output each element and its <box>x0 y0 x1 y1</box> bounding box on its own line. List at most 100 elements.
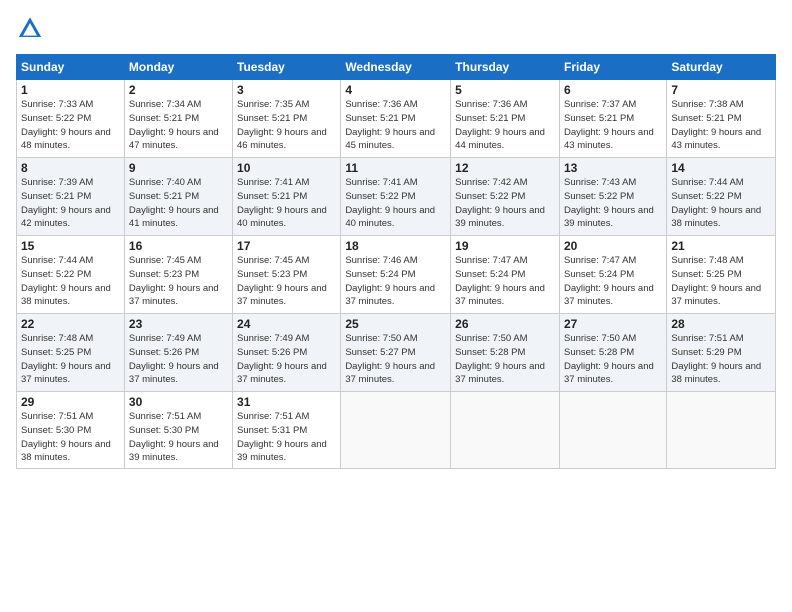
day-info: Sunrise: 7:50 AMSunset: 5:27 PMDaylight:… <box>345 333 435 385</box>
day-number: 21 <box>671 239 771 253</box>
calendar-header-wednesday: Wednesday <box>341 55 451 80</box>
day-number: 18 <box>345 239 446 253</box>
day-number: 31 <box>237 395 336 409</box>
calendar-cell: 16 Sunrise: 7:45 AMSunset: 5:23 PMDaylig… <box>124 236 232 314</box>
day-number: 25 <box>345 317 446 331</box>
calendar-cell: 10 Sunrise: 7:41 AMSunset: 5:21 PMDaylig… <box>233 158 341 236</box>
day-info: Sunrise: 7:39 AMSunset: 5:21 PMDaylight:… <box>21 177 111 229</box>
day-number: 15 <box>21 239 120 253</box>
calendar-cell: 5 Sunrise: 7:36 AMSunset: 5:21 PMDayligh… <box>451 80 560 158</box>
calendar-cell: 15 Sunrise: 7:44 AMSunset: 5:22 PMDaylig… <box>17 236 125 314</box>
calendar-cell: 23 Sunrise: 7:49 AMSunset: 5:26 PMDaylig… <box>124 314 232 392</box>
day-number: 28 <box>671 317 771 331</box>
calendar-cell: 12 Sunrise: 7:42 AMSunset: 5:22 PMDaylig… <box>451 158 560 236</box>
day-info: Sunrise: 7:40 AMSunset: 5:21 PMDaylight:… <box>129 177 219 229</box>
calendar-cell: 1 Sunrise: 7:33 AMSunset: 5:22 PMDayligh… <box>17 80 125 158</box>
calendar-cell <box>451 392 560 469</box>
calendar-header-row: SundayMondayTuesdayWednesdayThursdayFrid… <box>17 55 776 80</box>
calendar-cell: 28 Sunrise: 7:51 AMSunset: 5:29 PMDaylig… <box>667 314 776 392</box>
calendar-cell: 24 Sunrise: 7:49 AMSunset: 5:26 PMDaylig… <box>233 314 341 392</box>
day-number: 24 <box>237 317 336 331</box>
day-number: 1 <box>21 83 120 97</box>
calendar-cell: 3 Sunrise: 7:35 AMSunset: 5:21 PMDayligh… <box>233 80 341 158</box>
day-number: 7 <box>671 83 771 97</box>
day-info: Sunrise: 7:36 AMSunset: 5:21 PMDaylight:… <box>455 99 545 151</box>
calendar-cell: 21 Sunrise: 7:48 AMSunset: 5:25 PMDaylig… <box>667 236 776 314</box>
day-number: 27 <box>564 317 662 331</box>
day-number: 13 <box>564 161 662 175</box>
day-number: 3 <box>237 83 336 97</box>
day-info: Sunrise: 7:48 AMSunset: 5:25 PMDaylight:… <box>671 255 761 307</box>
day-info: Sunrise: 7:49 AMSunset: 5:26 PMDaylight:… <box>237 333 327 385</box>
day-number: 19 <box>455 239 555 253</box>
page-container: SundayMondayTuesdayWednesdayThursdayFrid… <box>0 0 792 612</box>
calendar-cell <box>341 392 451 469</box>
day-info: Sunrise: 7:36 AMSunset: 5:21 PMDaylight:… <box>345 99 435 151</box>
day-number: 2 <box>129 83 228 97</box>
calendar-cell: 26 Sunrise: 7:50 AMSunset: 5:28 PMDaylig… <box>451 314 560 392</box>
day-info: Sunrise: 7:41 AMSunset: 5:22 PMDaylight:… <box>345 177 435 229</box>
day-number: 23 <box>129 317 228 331</box>
day-number: 20 <box>564 239 662 253</box>
calendar-cell: 31 Sunrise: 7:51 AMSunset: 5:31 PMDaylig… <box>233 392 341 469</box>
day-info: Sunrise: 7:45 AMSunset: 5:23 PMDaylight:… <box>129 255 219 307</box>
calendar-cell <box>667 392 776 469</box>
calendar-header-tuesday: Tuesday <box>233 55 341 80</box>
calendar-cell: 11 Sunrise: 7:41 AMSunset: 5:22 PMDaylig… <box>341 158 451 236</box>
day-info: Sunrise: 7:33 AMSunset: 5:22 PMDaylight:… <box>21 99 111 151</box>
day-info: Sunrise: 7:41 AMSunset: 5:21 PMDaylight:… <box>237 177 327 229</box>
day-info: Sunrise: 7:43 AMSunset: 5:22 PMDaylight:… <box>564 177 654 229</box>
calendar-cell: 9 Sunrise: 7:40 AMSunset: 5:21 PMDayligh… <box>124 158 232 236</box>
calendar-cell: 14 Sunrise: 7:44 AMSunset: 5:22 PMDaylig… <box>667 158 776 236</box>
day-info: Sunrise: 7:46 AMSunset: 5:24 PMDaylight:… <box>345 255 435 307</box>
calendar-cell: 18 Sunrise: 7:46 AMSunset: 5:24 PMDaylig… <box>341 236 451 314</box>
calendar-header-friday: Friday <box>559 55 666 80</box>
day-info: Sunrise: 7:44 AMSunset: 5:22 PMDaylight:… <box>671 177 761 229</box>
calendar-cell: 25 Sunrise: 7:50 AMSunset: 5:27 PMDaylig… <box>341 314 451 392</box>
calendar-header-sunday: Sunday <box>17 55 125 80</box>
day-info: Sunrise: 7:44 AMSunset: 5:22 PMDaylight:… <box>21 255 111 307</box>
day-number: 17 <box>237 239 336 253</box>
calendar-cell: 20 Sunrise: 7:47 AMSunset: 5:24 PMDaylig… <box>559 236 666 314</box>
day-info: Sunrise: 7:49 AMSunset: 5:26 PMDaylight:… <box>129 333 219 385</box>
calendar-header-monday: Monday <box>124 55 232 80</box>
logo <box>16 16 48 44</box>
day-info: Sunrise: 7:50 AMSunset: 5:28 PMDaylight:… <box>455 333 545 385</box>
day-number: 22 <box>21 317 120 331</box>
day-info: Sunrise: 7:35 AMSunset: 5:21 PMDaylight:… <box>237 99 327 151</box>
day-info: Sunrise: 7:42 AMSunset: 5:22 PMDaylight:… <box>455 177 545 229</box>
calendar-cell: 2 Sunrise: 7:34 AMSunset: 5:21 PMDayligh… <box>124 80 232 158</box>
page-header <box>16 16 776 44</box>
day-info: Sunrise: 7:47 AMSunset: 5:24 PMDaylight:… <box>455 255 545 307</box>
day-info: Sunrise: 7:48 AMSunset: 5:25 PMDaylight:… <box>21 333 111 385</box>
calendar-header-thursday: Thursday <box>451 55 560 80</box>
calendar-cell: 19 Sunrise: 7:47 AMSunset: 5:24 PMDaylig… <box>451 236 560 314</box>
calendar-header-saturday: Saturday <box>667 55 776 80</box>
day-number: 16 <box>129 239 228 253</box>
day-info: Sunrise: 7:47 AMSunset: 5:24 PMDaylight:… <box>564 255 654 307</box>
calendar-table: SundayMondayTuesdayWednesdayThursdayFrid… <box>16 54 776 469</box>
day-info: Sunrise: 7:34 AMSunset: 5:21 PMDaylight:… <box>129 99 219 151</box>
calendar-cell: 27 Sunrise: 7:50 AMSunset: 5:28 PMDaylig… <box>559 314 666 392</box>
day-number: 8 <box>21 161 120 175</box>
day-info: Sunrise: 7:51 AMSunset: 5:29 PMDaylight:… <box>671 333 761 385</box>
logo-icon <box>16 16 44 44</box>
calendar-cell: 17 Sunrise: 7:45 AMSunset: 5:23 PMDaylig… <box>233 236 341 314</box>
day-info: Sunrise: 7:51 AMSunset: 5:30 PMDaylight:… <box>21 411 111 463</box>
calendar-cell: 8 Sunrise: 7:39 AMSunset: 5:21 PMDayligh… <box>17 158 125 236</box>
day-number: 14 <box>671 161 771 175</box>
calendar-cell: 7 Sunrise: 7:38 AMSunset: 5:21 PMDayligh… <box>667 80 776 158</box>
calendar-cell <box>559 392 666 469</box>
day-info: Sunrise: 7:51 AMSunset: 5:30 PMDaylight:… <box>129 411 219 463</box>
day-number: 10 <box>237 161 336 175</box>
day-number: 30 <box>129 395 228 409</box>
day-number: 5 <box>455 83 555 97</box>
day-number: 6 <box>564 83 662 97</box>
calendar-cell: 4 Sunrise: 7:36 AMSunset: 5:21 PMDayligh… <box>341 80 451 158</box>
day-number: 12 <box>455 161 555 175</box>
day-number: 11 <box>345 161 446 175</box>
day-number: 9 <box>129 161 228 175</box>
calendar-cell: 6 Sunrise: 7:37 AMSunset: 5:21 PMDayligh… <box>559 80 666 158</box>
day-number: 29 <box>21 395 120 409</box>
day-info: Sunrise: 7:38 AMSunset: 5:21 PMDaylight:… <box>671 99 761 151</box>
